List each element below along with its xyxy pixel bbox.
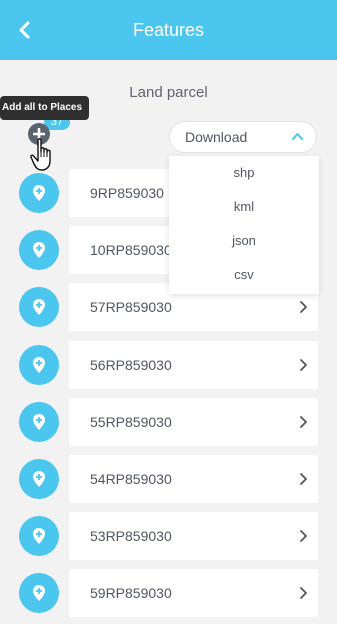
hand-pointer-cursor-icon <box>30 138 51 171</box>
feature-card[interactable]: 59RP859030 <box>69 569 318 617</box>
map-pin-plus-icon <box>33 471 45 487</box>
feature-row: 53RP859030 <box>0 512 337 560</box>
chevron-right-icon <box>300 359 307 371</box>
feature-label: 59RP859030 <box>90 585 172 601</box>
download-option-shp[interactable]: shp <box>169 156 319 190</box>
map-pin-plus-icon <box>33 528 45 544</box>
feature-label: 55RP859030 <box>90 414 172 430</box>
feature-label: 9RP859030 <box>90 185 164 201</box>
map-pin-plus-icon <box>33 242 45 258</box>
add-all-tooltip: Add all to Places <box>0 96 90 120</box>
add-to-places-button[interactable] <box>19 459 59 499</box>
feature-label: 56RP859030 <box>90 357 172 373</box>
feature-label: 54RP859030 <box>90 471 172 487</box>
chevron-right-icon <box>300 587 307 599</box>
header-bar: Features <box>0 0 337 60</box>
add-to-places-button[interactable] <box>19 345 59 385</box>
add-to-places-button[interactable] <box>19 516 59 556</box>
download-option-json[interactable]: json <box>169 224 319 258</box>
add-to-places-button[interactable] <box>19 173 59 213</box>
chevron-right-icon <box>300 301 307 313</box>
add-to-places-button[interactable] <box>19 573 59 613</box>
feature-row: 55RP859030 <box>0 398 337 446</box>
download-option-csv[interactable]: csv <box>169 258 319 292</box>
map-pin-plus-icon <box>33 414 45 430</box>
features-panel: Features Land parcel Add all to Places 3… <box>0 0 337 624</box>
download-label: Download <box>185 129 248 145</box>
page-title: Features <box>132 20 205 40</box>
download-format-menu: shp kml json csv <box>169 156 319 294</box>
map-pin-plus-icon <box>33 585 45 601</box>
feature-card[interactable]: 55RP859030 <box>69 398 318 446</box>
map-pin-plus-icon <box>33 357 45 373</box>
chevron-right-icon <box>300 530 307 542</box>
feature-row: 54RP859030 <box>0 455 337 503</box>
feature-card[interactable]: 54RP859030 <box>69 455 318 503</box>
map-pin-plus-icon <box>33 185 45 201</box>
feature-card[interactable]: 53RP859030 <box>69 512 318 560</box>
feature-label: 57RP859030 <box>90 299 172 315</box>
feature-row: 59RP859030 <box>0 569 337 617</box>
feature-card[interactable]: 56RP859030 <box>69 341 318 389</box>
add-to-places-button[interactable] <box>19 287 59 327</box>
download-option-kml[interactable]: kml <box>169 190 319 224</box>
feature-label: 10RP859030 <box>90 242 172 258</box>
chevron-right-icon <box>300 416 307 428</box>
feature-label: 53RP859030 <box>90 528 172 544</box>
map-pin-plus-icon <box>33 299 45 315</box>
feature-row: 56RP859030 <box>0 341 337 389</box>
add-to-places-button[interactable] <box>19 402 59 442</box>
chevron-up-icon <box>292 133 303 140</box>
download-select[interactable]: Download <box>169 121 317 153</box>
add-to-places-button[interactable] <box>19 230 59 270</box>
chevron-right-icon <box>300 473 307 485</box>
